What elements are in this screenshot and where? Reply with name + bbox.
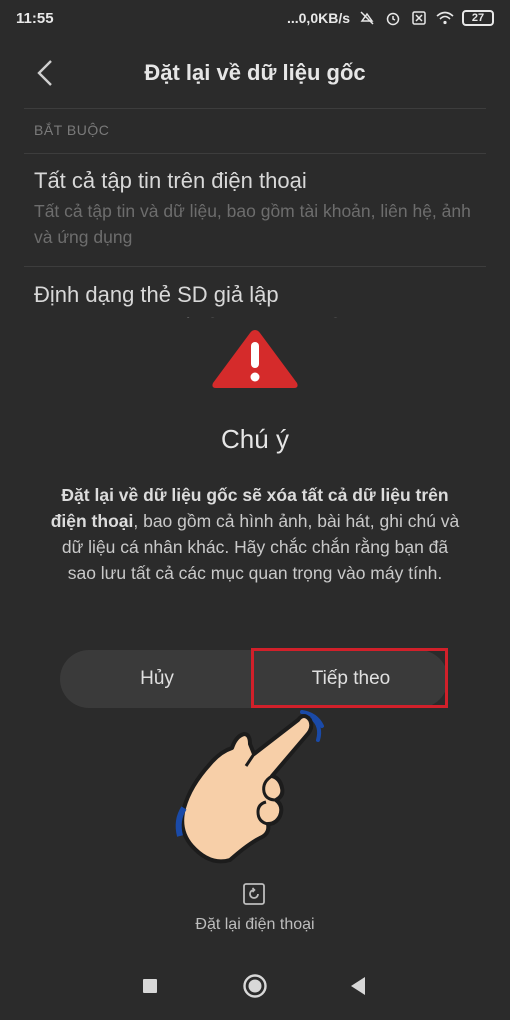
- reset-phone-button[interactable]: Đặt lại điện thoại: [0, 916, 510, 934]
- option-all-files[interactable]: Tất cả tập tin trên điện thoại Tất cả tậ…: [34, 168, 474, 250]
- header-divider: [24, 108, 486, 109]
- home-icon[interactable]: [241, 972, 269, 1000]
- chevron-left-icon[interactable]: [30, 58, 60, 88]
- status-bar: 11:55 ...0,0KB/s 27: [0, 0, 510, 36]
- pointing-hand-icon: [170, 690, 330, 870]
- page-title: Đặt lại về dữ liệu gốc: [144, 60, 366, 85]
- option-title: Tất cả tập tin trên điện thoại: [34, 168, 307, 193]
- status-time: 11:55: [16, 9, 54, 27]
- option-desc: Tất cả tập tin và dữ liệu, bao gồm tài k…: [34, 201, 471, 247]
- warning-icon: [210, 328, 300, 390]
- net-speed: ...0,0KB/s: [286, 10, 350, 26]
- status-icons: ...0,0KB/s 27: [287, 10, 494, 26]
- recents-icon[interactable]: [138, 974, 162, 998]
- back-icon[interactable]: [346, 974, 370, 998]
- sim-off-icon: [410, 10, 428, 26]
- option-divider: [24, 266, 486, 267]
- section-divider: [24, 153, 486, 154]
- wifi-icon: [436, 10, 454, 26]
- dialog-title: Chú ý: [221, 424, 289, 454]
- app-header: Đặt lại về dữ liệu gốc: [0, 46, 510, 100]
- option-title: Định dạng thẻ SD giả lập: [34, 282, 279, 307]
- alarm-icon: [384, 10, 402, 26]
- battery-icon: 27: [462, 10, 494, 26]
- mute-icon: [358, 10, 376, 26]
- dialog-message: Đặt lại về dữ liệu gốc sẽ xóa tất cả dữ …: [50, 482, 460, 586]
- section-label: BẮT BUỘC: [34, 122, 110, 138]
- reset-icon: [242, 882, 266, 906]
- nav-bar: [0, 962, 510, 1012]
